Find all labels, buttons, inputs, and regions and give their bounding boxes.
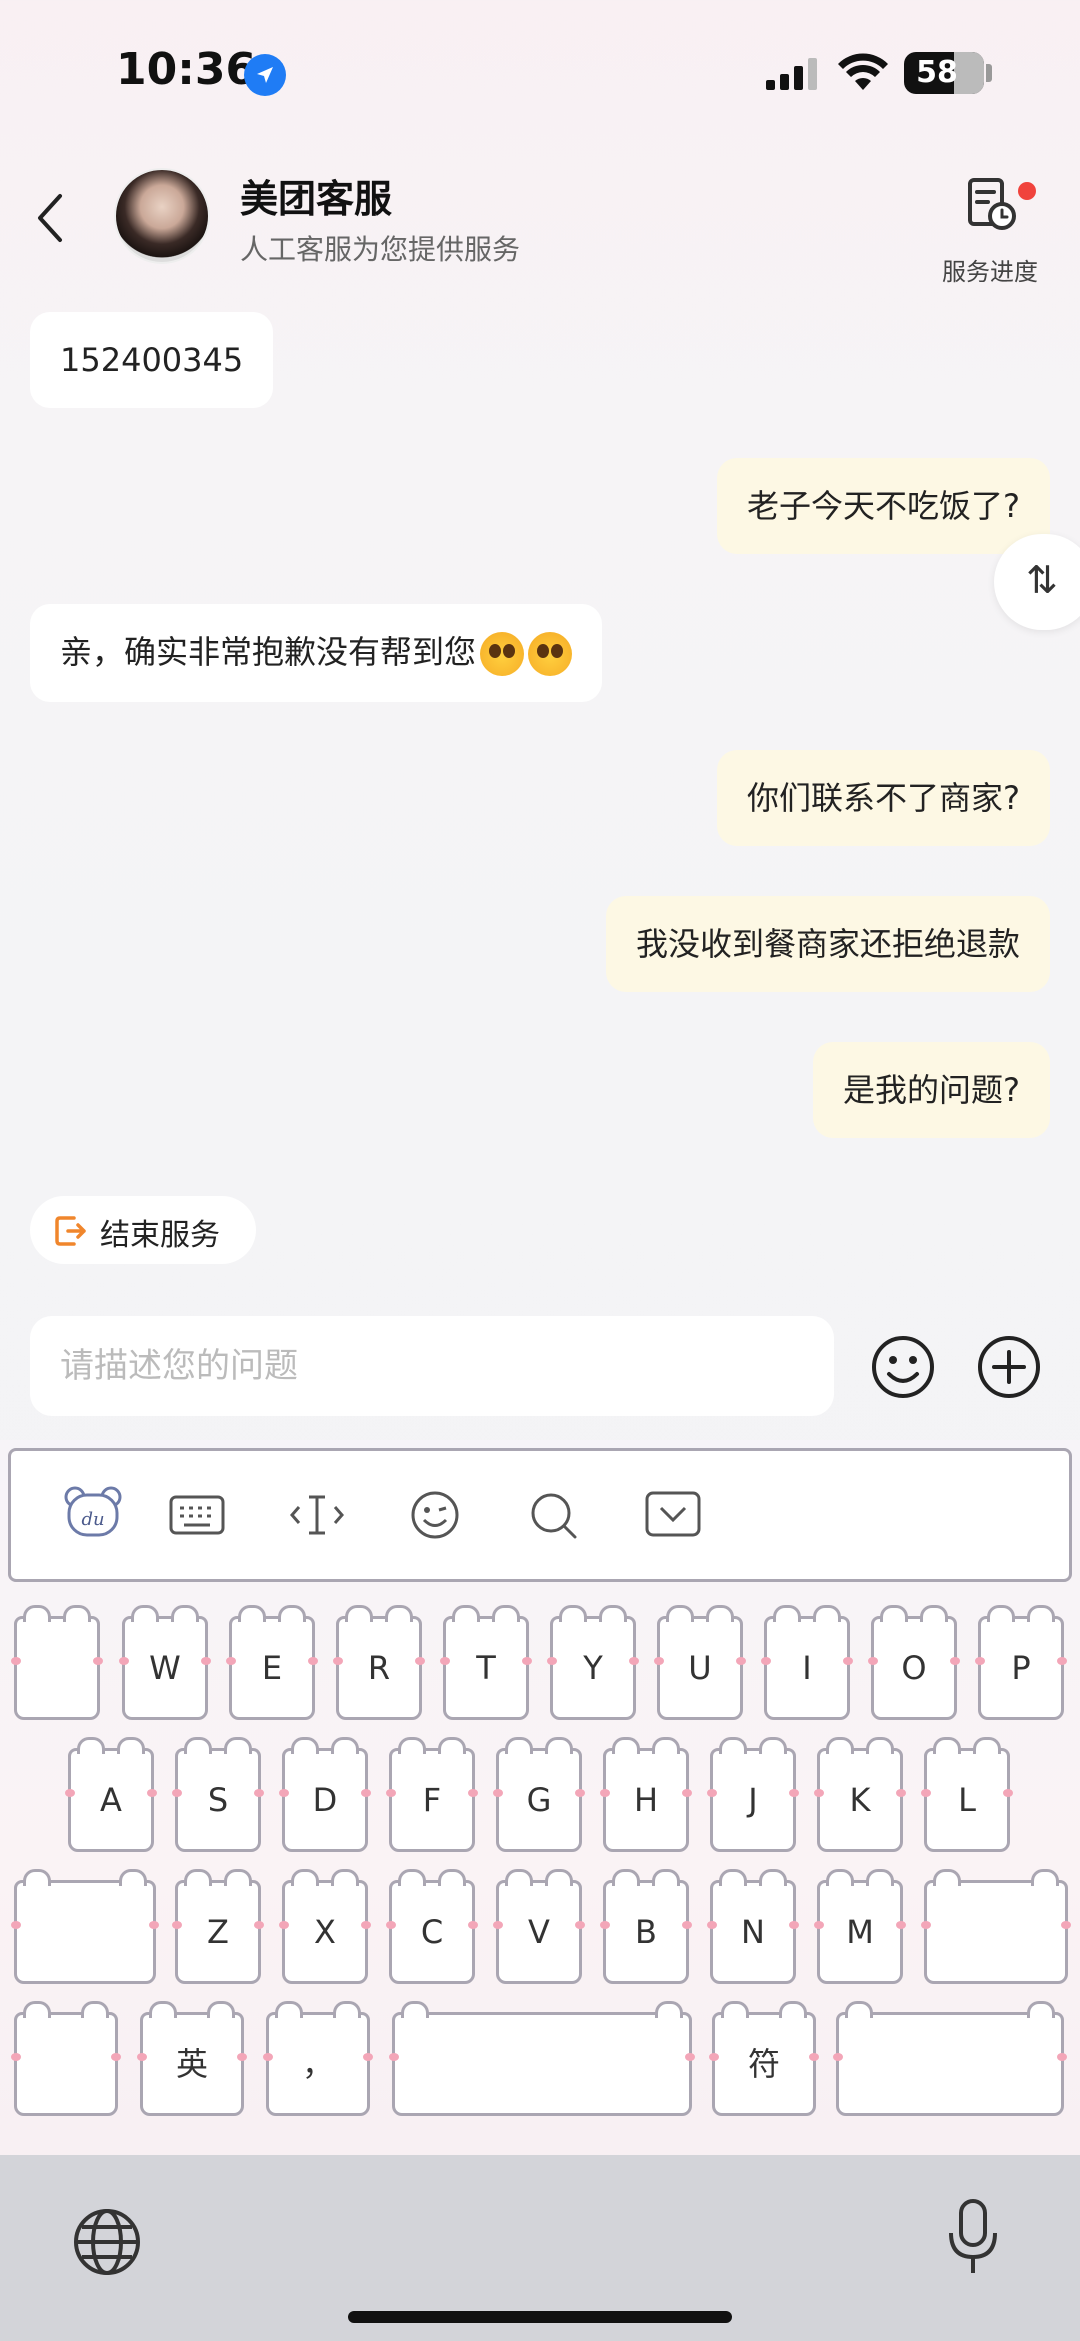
key-p[interactable]: P bbox=[975, 1605, 1067, 1720]
svg-text:du: du bbox=[81, 1509, 104, 1530]
pleading-face-emoji-icon bbox=[480, 632, 525, 676]
key-f[interactable]: F bbox=[386, 1737, 478, 1852]
message-bubble-sent[interactable]: 你们联系不了商家? bbox=[717, 750, 1050, 846]
key-m[interactable]: M bbox=[814, 1869, 906, 1984]
number-switch-key[interactable] bbox=[11, 2001, 121, 2116]
microphone-icon[interactable] bbox=[946, 2197, 1000, 2281]
key-q[interactable] bbox=[11, 1605, 103, 1720]
message-bubble-sent[interactable]: 老子今天不吃饭了? bbox=[717, 458, 1050, 554]
key-r[interactable]: R bbox=[333, 1605, 425, 1720]
battery-icon: 58 bbox=[904, 52, 984, 94]
key-w[interactable]: W bbox=[119, 1605, 211, 1720]
return-key[interactable] bbox=[833, 2001, 1067, 2116]
home-indicator bbox=[348, 2311, 732, 2323]
pleading-face-emoji-icon bbox=[528, 632, 573, 676]
wifi-icon bbox=[838, 53, 888, 90]
service-progress-label: 服务进度 bbox=[942, 258, 1038, 286]
location-arrow-icon bbox=[244, 54, 286, 96]
key-j[interactable]: J bbox=[707, 1737, 799, 1852]
keyboard-icon[interactable] bbox=[169, 1495, 225, 1535]
key-t[interactable]: T bbox=[440, 1605, 532, 1720]
message-bubble-sent[interactable]: 是我的问题? bbox=[813, 1042, 1050, 1138]
chat-header: 美团客服 人工客服为您提供服务 服务进度 bbox=[0, 150, 1080, 300]
key-s[interactable]: S bbox=[172, 1737, 264, 1852]
key-l[interactable]: L bbox=[921, 1737, 1013, 1852]
search-icon[interactable] bbox=[529, 1491, 579, 1541]
notification-dot bbox=[1018, 182, 1036, 200]
service-progress-button[interactable]: 服务进度 bbox=[930, 170, 1050, 290]
message-bubble-received[interactable]: 152400345 bbox=[30, 312, 274, 408]
key-z[interactable]: Z bbox=[172, 1869, 264, 1984]
system-keyboard-bar bbox=[0, 2155, 1080, 2341]
key-c[interactable]: C bbox=[386, 1869, 478, 1984]
symbol-key[interactable]: 符 bbox=[709, 2001, 819, 2116]
key-y[interactable]: Y bbox=[547, 1605, 639, 1720]
key-v[interactable]: V bbox=[493, 1869, 585, 1984]
key-n[interactable]: N bbox=[707, 1869, 799, 1984]
emoji-keyboard-icon[interactable] bbox=[409, 1489, 461, 1541]
message-bubble-sent[interactable]: 我没收到餐商家还拒绝退款 bbox=[605, 896, 1050, 992]
language-switch-key[interactable]: 英 bbox=[137, 2001, 247, 2116]
delete-key[interactable] bbox=[921, 1869, 1071, 1984]
message-input-container[interactable] bbox=[30, 1316, 834, 1416]
key-e[interactable]: E bbox=[226, 1605, 318, 1720]
key-a[interactable]: A bbox=[65, 1737, 157, 1852]
key-d[interactable]: D bbox=[279, 1737, 371, 1852]
scroll-toggle-button[interactable]: ⇅ bbox=[994, 534, 1080, 630]
add-attachment-icon[interactable] bbox=[976, 1334, 1042, 1400]
end-service-label: 结束服务 bbox=[100, 1218, 220, 1253]
cellular-signal-icon bbox=[766, 58, 817, 90]
back-chevron-icon[interactable] bbox=[30, 190, 70, 246]
collapse-keyboard-icon[interactable] bbox=[645, 1491, 701, 1537]
key-g[interactable]: G bbox=[493, 1737, 585, 1852]
swap-arrows-icon: ⇅ bbox=[1026, 558, 1058, 602]
key-x[interactable]: X bbox=[279, 1869, 371, 1984]
keyboard: du W E R T Y U I O P A S D F G H J K L Z… bbox=[0, 1440, 1080, 2155]
globe-icon[interactable] bbox=[72, 2207, 142, 2277]
key-k[interactable]: K bbox=[814, 1737, 906, 1852]
shift-key[interactable] bbox=[11, 1869, 159, 1984]
page-title: 美团客服 bbox=[240, 177, 393, 221]
battery-level: 58 bbox=[916, 55, 958, 90]
status-time: 10:36 bbox=[116, 44, 257, 95]
comma-key[interactable]: ， bbox=[263, 2001, 373, 2116]
status-bar: 10:36 58 bbox=[0, 0, 1080, 150]
space-key[interactable] bbox=[389, 2001, 695, 2116]
key-i[interactable]: I bbox=[761, 1605, 853, 1720]
message-bubble-received[interactable]: 亲，确实非常抱歉没有帮到您 bbox=[30, 604, 603, 702]
message-input[interactable] bbox=[60, 1338, 800, 1394]
text-cursor-icon[interactable] bbox=[289, 1491, 345, 1539]
key-b[interactable]: B bbox=[600, 1869, 692, 1984]
end-service-button[interactable]: 结束服务 bbox=[30, 1196, 256, 1264]
agent-avatar[interactable] bbox=[114, 168, 210, 264]
exit-icon bbox=[55, 1216, 86, 1246]
emoji-button-icon[interactable] bbox=[870, 1334, 936, 1400]
key-h[interactable]: H bbox=[600, 1737, 692, 1852]
service-progress-icon bbox=[968, 178, 1016, 230]
page-subtitle: 人工客服为您提供服务 bbox=[240, 233, 521, 266]
key-u[interactable]: U bbox=[654, 1605, 746, 1720]
bear-logo-icon[interactable]: du bbox=[63, 1485, 123, 1541]
keyboard-toolbar: du bbox=[8, 1448, 1072, 1582]
key-o[interactable]: O bbox=[868, 1605, 960, 1720]
